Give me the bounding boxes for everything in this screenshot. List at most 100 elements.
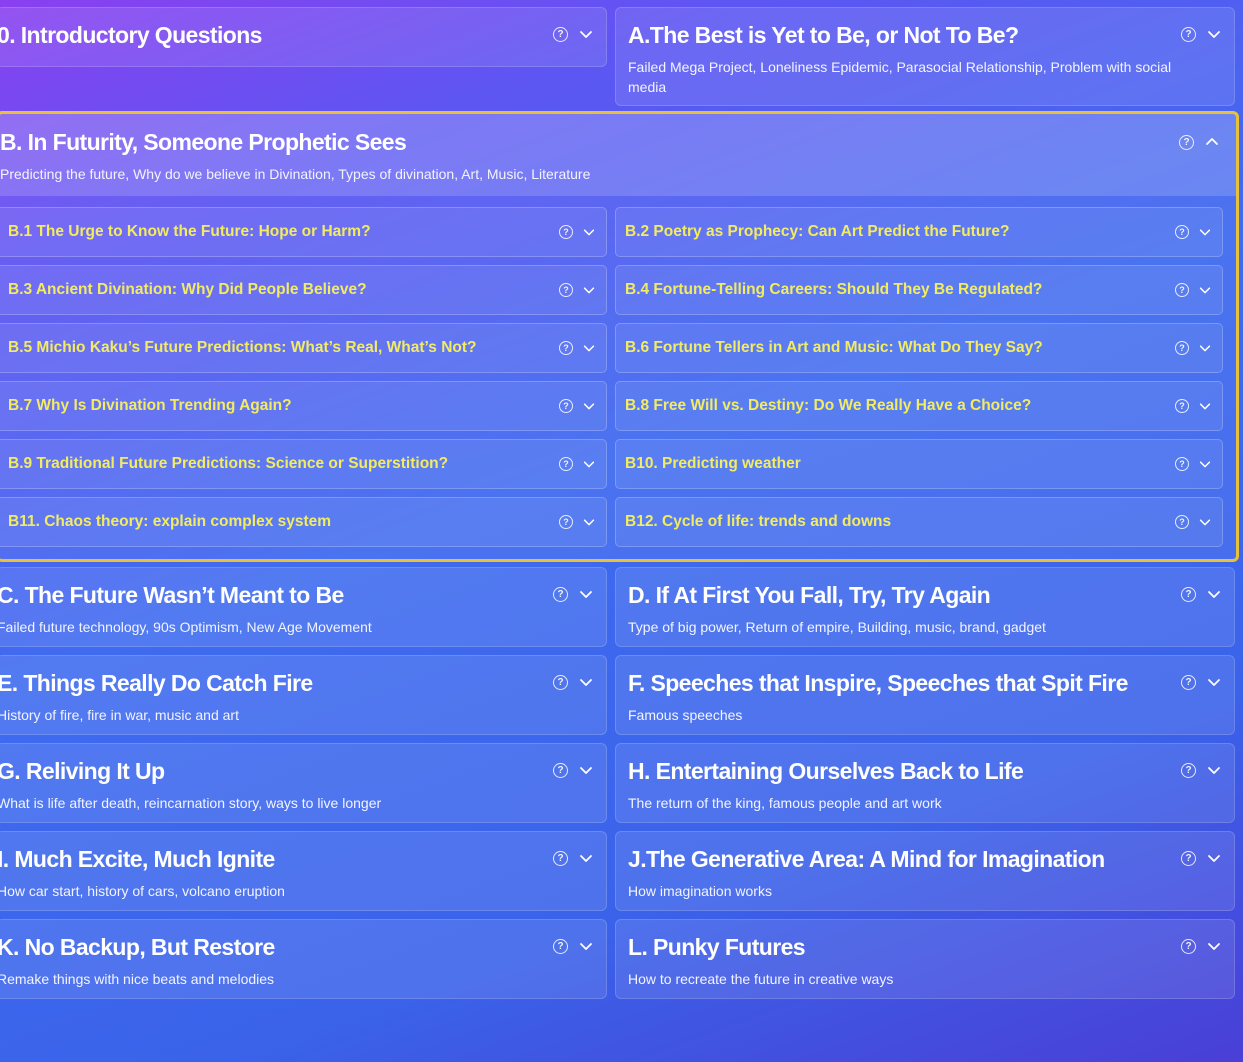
question-circle-icon[interactable]: ? (553, 26, 568, 42)
section-b-header[interactable]: B. In Futurity, Someone Prophetic Sees P… (0, 114, 1236, 196)
chevron-down-icon[interactable] (582, 283, 596, 297)
section-subtitle: The return of the king, famous people an… (628, 795, 942, 811)
section-subtitle: Famous speeches (628, 707, 743, 723)
question-circle-icon[interactable]: ? (1175, 283, 1189, 297)
topic-card[interactable]: B.1 The Urge to Know the Future: Hope or… (0, 207, 607, 257)
chevron-down-icon[interactable] (582, 457, 596, 471)
chevron-down-icon[interactable] (578, 850, 594, 866)
section-title: C. The Future Wasn’t Meant to Be (0, 582, 344, 608)
question-circle-icon[interactable]: ? (1179, 134, 1194, 150)
section-title: I. Much Excite, Much Ignite (0, 846, 275, 872)
section-k-card[interactable]: K. No Backup, But Restore Remake things … (0, 919, 607, 999)
topic-card[interactable]: B.3 Ancient Divination: Why Did People B… (0, 265, 607, 315)
section-g-card[interactable]: G. Reliving It Up What is life after dea… (0, 743, 607, 823)
question-circle-icon[interactable]: ? (559, 457, 573, 471)
chevron-down-icon[interactable] (578, 674, 594, 690)
topic-card[interactable]: B10. Predicting weather ? (615, 439, 1223, 489)
question-circle-icon[interactable]: ? (1175, 515, 1189, 529)
chevron-down-icon[interactable] (1198, 225, 1212, 239)
section-title: K. No Backup, But Restore (0, 934, 275, 960)
question-circle-icon[interactable]: ? (1175, 225, 1189, 239)
chevron-down-icon[interactable] (1206, 674, 1222, 690)
section-subtitle: Remake things with nice beats and melodi… (0, 971, 275, 987)
question-circle-icon[interactable]: ? (1175, 399, 1189, 413)
section-subtitle: Type of big power, Return of empire, Bui… (628, 619, 1046, 635)
section-title: L. Punky Futures (628, 934, 806, 960)
topic-title: B.2 Poetry as Prophecy: Can Art Predict … (625, 223, 1010, 240)
chevron-down-icon[interactable] (1198, 283, 1212, 297)
section-a-card[interactable]: A.The Best is Yet to Be, or Not To Be? F… (615, 7, 1235, 106)
chevron-down-icon[interactable] (582, 399, 596, 413)
chevron-down-icon[interactable] (1198, 341, 1212, 355)
chevron-down-icon[interactable] (578, 762, 594, 778)
question-circle-icon[interactable]: ? (553, 586, 568, 602)
question-circle-icon[interactable]: ? (1181, 938, 1196, 954)
section-f-card[interactable]: F. Speeches that Inspire, Speeches that … (615, 655, 1235, 735)
topic-card[interactable]: B.6 Fortune Tellers in Art and Music: Wh… (615, 323, 1223, 373)
section-title: E. Things Really Do Catch Fire (0, 670, 313, 696)
chevron-down-icon[interactable] (578, 586, 594, 602)
chevron-down-icon[interactable] (1198, 399, 1212, 413)
question-circle-icon[interactable]: ? (559, 225, 573, 239)
topic-card[interactable]: B.7 Why Is Divination Trending Again? ? (0, 381, 607, 431)
section-title: H. Entertaining Ourselves Back to Life (628, 758, 1024, 784)
chevron-down-icon[interactable] (582, 225, 596, 239)
topic-title: B.6 Fortune Tellers in Art and Music: Wh… (625, 339, 1043, 356)
section-title: J.The Generative Area: A Mind for Imagin… (628, 846, 1105, 872)
chevron-down-icon[interactable] (578, 26, 594, 42)
section-c-card[interactable]: C. The Future Wasn’t Meant to Be Failed … (0, 567, 607, 647)
topic-title: B.5 Michio Kaku’s Future Predictions: Wh… (8, 339, 477, 356)
question-circle-icon[interactable]: ? (559, 283, 573, 297)
section-title: G. Reliving It Up (0, 758, 165, 784)
chevron-down-icon[interactable] (582, 341, 596, 355)
section-subtitle: How car start, history of cars, volcano … (0, 883, 285, 899)
topic-card[interactable]: B12. Cycle of life: trends and downs ? (615, 497, 1223, 547)
topic-title: B.1 The Urge to Know the Future: Hope or… (8, 223, 371, 240)
question-circle-icon[interactable]: ? (1181, 850, 1196, 866)
chevron-down-icon[interactable] (578, 938, 594, 954)
topic-card[interactable]: B.8 Free Will vs. Destiny: Do We Really … (615, 381, 1223, 431)
question-circle-icon[interactable]: ? (559, 515, 573, 529)
topic-title: B.9 Traditional Future Predictions: Scie… (8, 455, 449, 472)
question-circle-icon[interactable]: ? (1181, 26, 1196, 42)
section-title: F. Speeches that Inspire, Speeches that … (628, 670, 1128, 696)
section-j-card[interactable]: J.The Generative Area: A Mind for Imagin… (615, 831, 1235, 911)
chevron-down-icon[interactable] (1206, 762, 1222, 778)
section-subtitle: How to recreate the future in creative w… (628, 971, 894, 987)
section-i-card[interactable]: I. Much Excite, Much Ignite How car star… (0, 831, 607, 911)
topic-card[interactable]: B.9 Traditional Future Predictions: Scie… (0, 439, 607, 489)
topic-title: B11. Chaos theory: explain complex syste… (8, 513, 332, 530)
topic-card[interactable]: B.4 Fortune-Telling Careers: Should They… (615, 265, 1223, 315)
chevron-down-icon[interactable] (1198, 457, 1212, 471)
section-subtitle: What is life after death, reincarnation … (0, 795, 382, 811)
section-subtitle: How imagination works (628, 883, 772, 899)
chevron-down-icon[interactable] (1206, 938, 1222, 954)
question-circle-icon[interactable]: ? (559, 399, 573, 413)
question-circle-icon[interactable]: ? (1181, 586, 1196, 602)
chevron-down-icon[interactable] (582, 515, 596, 529)
question-circle-icon[interactable]: ? (1181, 674, 1196, 690)
section-d-card[interactable]: D. If At First You Fall, Try, Try Again … (615, 567, 1235, 647)
question-circle-icon[interactable]: ? (1175, 457, 1189, 471)
topic-card[interactable]: B.5 Michio Kaku’s Future Predictions: Wh… (0, 323, 607, 373)
chevron-down-icon[interactable] (1206, 850, 1222, 866)
question-circle-icon[interactable]: ? (559, 341, 573, 355)
chevron-up-icon[interactable] (1204, 134, 1220, 150)
question-circle-icon[interactable]: ? (553, 674, 568, 690)
chevron-down-icon[interactable] (1198, 515, 1212, 529)
question-circle-icon[interactable]: ? (553, 762, 568, 778)
chevron-down-icon[interactable] (1206, 586, 1222, 602)
topic-card[interactable]: B.2 Poetry as Prophecy: Can Art Predict … (615, 207, 1223, 257)
question-circle-icon[interactable]: ? (1175, 341, 1189, 355)
chevron-down-icon[interactable] (1206, 26, 1222, 42)
topic-title: B.4 Fortune-Telling Careers: Should They… (625, 281, 1043, 298)
question-circle-icon[interactable]: ? (1181, 762, 1196, 778)
section-h-card[interactable]: H. Entertaining Ourselves Back to Life T… (615, 743, 1235, 823)
section-intro-card[interactable]: 0. Introductory Questions ? (0, 7, 607, 67)
question-circle-icon[interactable]: ? (553, 850, 568, 866)
question-circle-icon[interactable]: ? (553, 938, 568, 954)
section-e-card[interactable]: E. Things Really Do Catch Fire History o… (0, 655, 607, 735)
section-title: B. In Futurity, Someone Prophetic Sees (0, 129, 407, 155)
section-l-card[interactable]: L. Punky Futures How to recreate the fut… (615, 919, 1235, 999)
topic-card[interactable]: B11. Chaos theory: explain complex syste… (0, 497, 607, 547)
